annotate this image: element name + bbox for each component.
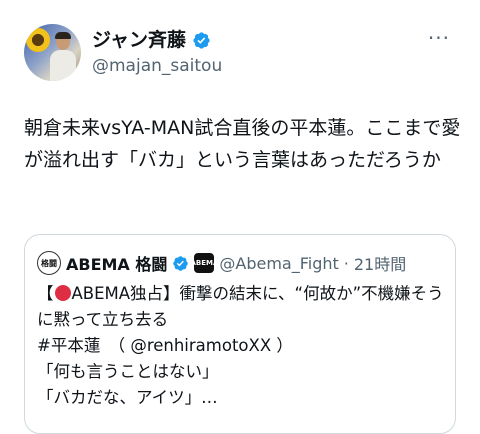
quote-body: 【ABEMA独占】衝撃の結末に、“何故か”不機嫌そうに黙って立ち去る #平本蓮 …: [37, 281, 447, 411]
verified-badge-icon: [173, 255, 189, 271]
avatar-person: [50, 32, 76, 81]
author-handle[interactable]: @majan_saitou: [92, 55, 222, 77]
author-name-row[interactable]: ジャン斉藤: [92, 28, 211, 52]
quote-body-prefix: 【: [37, 284, 54, 303]
quote-avatar[interactable]: 格闘: [37, 251, 61, 275]
author-display-name[interactable]: ジャン斉藤: [92, 28, 186, 52]
quote-header: 格闘 ABEMA 格闘 ABEMA @Abema_Fight · 21時間: [37, 251, 406, 275]
quote-tweet-card[interactable]: 格闘 ABEMA 格闘 ABEMA @Abema_Fight · 21時間 【A…: [24, 234, 456, 434]
tweet-text: 朝倉未来vsYA-MAN試合直後の平本蓮。ここまで愛が溢れ出す「バカ」という言葉…: [24, 117, 461, 171]
more-options-icon[interactable]: ···: [428, 28, 450, 48]
quote-separator: ·: [343, 253, 349, 273]
quote-handle[interactable]: @Abema_Fight: [219, 254, 338, 273]
affiliate-badge-icon: ABEMA: [190, 253, 218, 273]
sunflower-decoration: [26, 28, 50, 52]
quote-timestamp[interactable]: 21時間: [354, 251, 406, 275]
red-circle-icon: [54, 285, 71, 301]
quote-display-name[interactable]: ABEMA 格闘: [66, 251, 167, 275]
quote-body-text: ABEMA独占】衝撃の結末に、“何故か”不機嫌そうに黙って立ち去る #平本蓮 （…: [37, 284, 444, 407]
avatar[interactable]: [24, 24, 81, 81]
verified-badge-icon: [193, 31, 210, 49]
